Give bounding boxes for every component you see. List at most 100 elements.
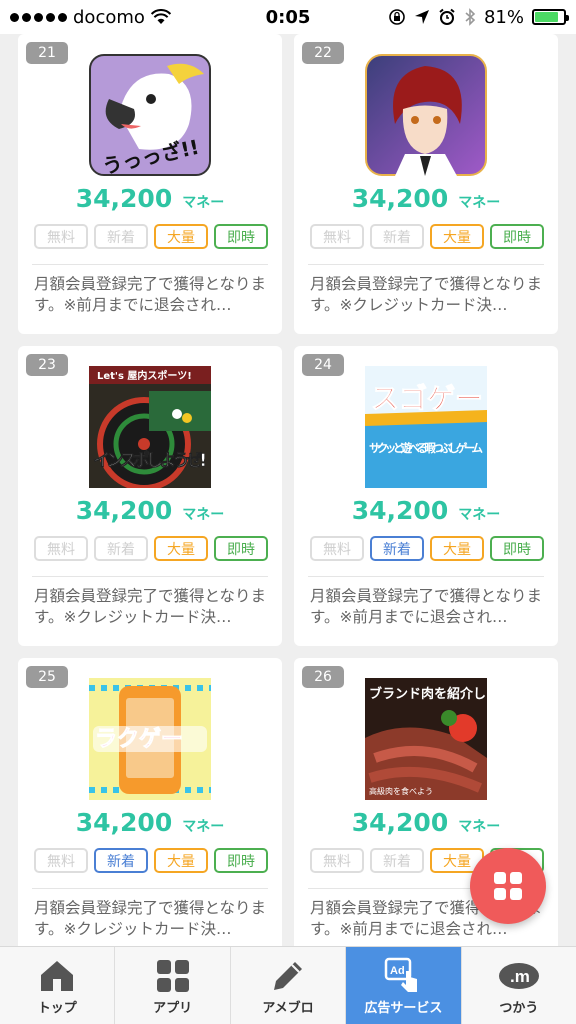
tag-badge: 大量 (154, 848, 208, 873)
divider (32, 888, 268, 889)
thumb-subcaption: 高級肉を食べよう (369, 786, 433, 796)
tab-top[interactable]: トップ (0, 947, 116, 1024)
thumb-subcaption: Let's 屋内スポーツ! (97, 369, 192, 382)
offer-list[interactable]: 21 うっっざ!! 34,200 マネー 無料 新着 大量 即時 月額会員登録完了で獲得… (0, 34, 576, 946)
tab-label: アプリ (153, 1001, 193, 1016)
location-icon (414, 10, 429, 24)
rank-badge: 26 (302, 666, 344, 688)
tab-ad-service[interactable]: Ad 広告サービス (346, 947, 462, 1024)
reward-row: 34,200 マネー (294, 496, 558, 525)
tag-row: 無料新着大量即時 (310, 536, 544, 561)
offer-description: 月額会員登録完了で獲得となります。※クレジットカード決… (310, 275, 543, 314)
divider (32, 264, 268, 265)
reward-unit: マネー (458, 819, 501, 835)
tag-badge: 新着 (370, 224, 424, 249)
tag-badge: 無料 (310, 224, 364, 249)
rank-badge: 25 (26, 666, 68, 688)
reward-amount: 34,200 (351, 184, 449, 213)
offer-description: 月額会員登録完了で獲得となります。※クレジットカード決… (34, 899, 267, 938)
app-thumbnail[interactable]: ラクゲー (89, 678, 211, 800)
reward-row: 34,200 マネー (294, 808, 558, 837)
reward-amount: 34,200 (351, 496, 449, 525)
reward-amount: 34,200 (75, 184, 173, 213)
money-icon: .m (498, 963, 539, 989)
alarm-icon (439, 8, 455, 25)
menu-fab-button[interactable] (470, 848, 546, 924)
tag-badge: 即時 (490, 224, 544, 249)
tab-label: つかう (499, 1001, 539, 1016)
tag-badge: 大量 (154, 224, 208, 249)
tag-badge: 新着 (94, 848, 148, 873)
rotation-lock-icon (389, 9, 405, 25)
tag-badge: 大量 (154, 536, 208, 561)
wifi-icon (150, 9, 171, 24)
app-thumbnail[interactable]: うっっざ!! (89, 54, 211, 176)
app-thumbnail[interactable] (365, 54, 487, 176)
offer-card[interactable]: 22 34,200 マネー 無料 新着 大量 即時 月額会員登録完了で獲得となります。※… (294, 34, 558, 334)
tab-label: トップ (37, 1001, 77, 1016)
rank-badge: 22 (302, 42, 344, 64)
tag-badge: 新着 (94, 536, 148, 561)
tag-badge: 即時 (214, 224, 268, 249)
divider (32, 576, 268, 577)
tag-badge: 無料 (310, 848, 364, 873)
tag-row: 無料新着大量即時 (34, 224, 268, 249)
reward-row: 34,200 マネー (18, 184, 282, 213)
thumb-caption: ブランド肉を紹介します (369, 686, 487, 702)
status-bar: docomo 0:05 81% (0, 0, 576, 34)
tag-badge: 新着 (370, 536, 424, 561)
app-thumbnail[interactable]: スゴゲー サクッと遊べる暇つぶしゲーム (365, 366, 487, 488)
offer-card[interactable]: 24 スゴゲー サクッと遊べる暇つぶしゲーム 34,200 マネー 無料 新着 大量即… (294, 346, 558, 646)
offer-card[interactable]: 21 うっっざ!! 34,200 マネー 無料 新着 大量 即時 月額会員登録完了で獲得… (18, 34, 282, 334)
rank-badge: 21 (26, 42, 68, 64)
offer-card[interactable]: 23 Let's 屋内スポーツ! インスポしようぜ! 34,200 マネー 無料新… (18, 346, 282, 646)
thumb-caption: ラクゲー (95, 727, 183, 752)
reward-amount: 34,200 (351, 808, 449, 837)
tag-badge: 新着 (94, 224, 148, 249)
svg-text:Ad: Ad (390, 965, 405, 977)
tag-row: 無料新着大量即時 (310, 224, 544, 249)
offer-description: 月額会員登録完了で獲得となります。※前月までに退会され… (34, 275, 267, 314)
thumb-caption: スゴゲー (371, 382, 483, 415)
tab-ameblo[interactable]: アメブロ (231, 947, 347, 1024)
reward-row: 34,200 マネー (18, 496, 282, 525)
tag-badge: 無料 (34, 536, 88, 561)
tag-badge: 無料 (34, 848, 88, 873)
app-thumbnail[interactable]: ブランド肉を紹介します 高級肉を食べよう (365, 678, 487, 800)
tab-label: 広告サービス (364, 1001, 443, 1016)
offer-description: 月額会員登録完了で獲得となります。※クレジットカード決… (34, 587, 267, 626)
tag-badge: 大量 (430, 224, 484, 249)
tag-badge: 即時 (214, 848, 268, 873)
signal-icon (10, 12, 67, 22)
tag-badge: 無料 (34, 224, 88, 249)
reward-unit: マネー (182, 195, 225, 211)
reward-amount: 34,200 (75, 808, 173, 837)
home-icon (41, 961, 74, 991)
reward-amount: 34,200 (75, 496, 173, 525)
battery-icon (532, 9, 569, 25)
reward-unit: マネー (458, 195, 501, 211)
offer-card[interactable]: 25 ラクゲー 34,200 マネー 無料 新着 大量 即時 月額会員登録完了で獲得とな… (18, 658, 282, 946)
divider (308, 264, 544, 265)
tab-apps[interactable]: アプリ (115, 947, 231, 1024)
tab-bar: トップ アプリ アメブロ Ad 広告サービス .m つかう (0, 946, 576, 1024)
app-thumbnail[interactable]: Let's 屋内スポーツ! インスポしようぜ! (89, 366, 211, 488)
bluetooth-icon (465, 8, 476, 26)
rank-badge: 24 (302, 354, 344, 376)
reward-unit: マネー (182, 819, 225, 835)
tag-badge: 大量 (430, 536, 484, 561)
tag-row: 無料新着大量即時 (34, 536, 268, 561)
tab-use[interactable]: .m つかう (462, 947, 576, 1024)
tag-badge: 新着 (370, 848, 424, 873)
grid-menu-icon (494, 872, 522, 900)
divider (308, 576, 544, 577)
offer-description: 月額会員登録完了で獲得となります。※前月までに退会され… (310, 587, 543, 626)
battery-percent: 81% (483, 6, 524, 28)
rank-badge: 23 (26, 354, 68, 376)
tag-badge: 即時 (214, 536, 268, 561)
pencil-icon (274, 962, 303, 990)
reward-row: 34,200 マネー (294, 184, 558, 213)
tag-badge: 即時 (490, 536, 544, 561)
grid-icon (156, 960, 189, 992)
svg-text:.m: .m (510, 967, 530, 986)
